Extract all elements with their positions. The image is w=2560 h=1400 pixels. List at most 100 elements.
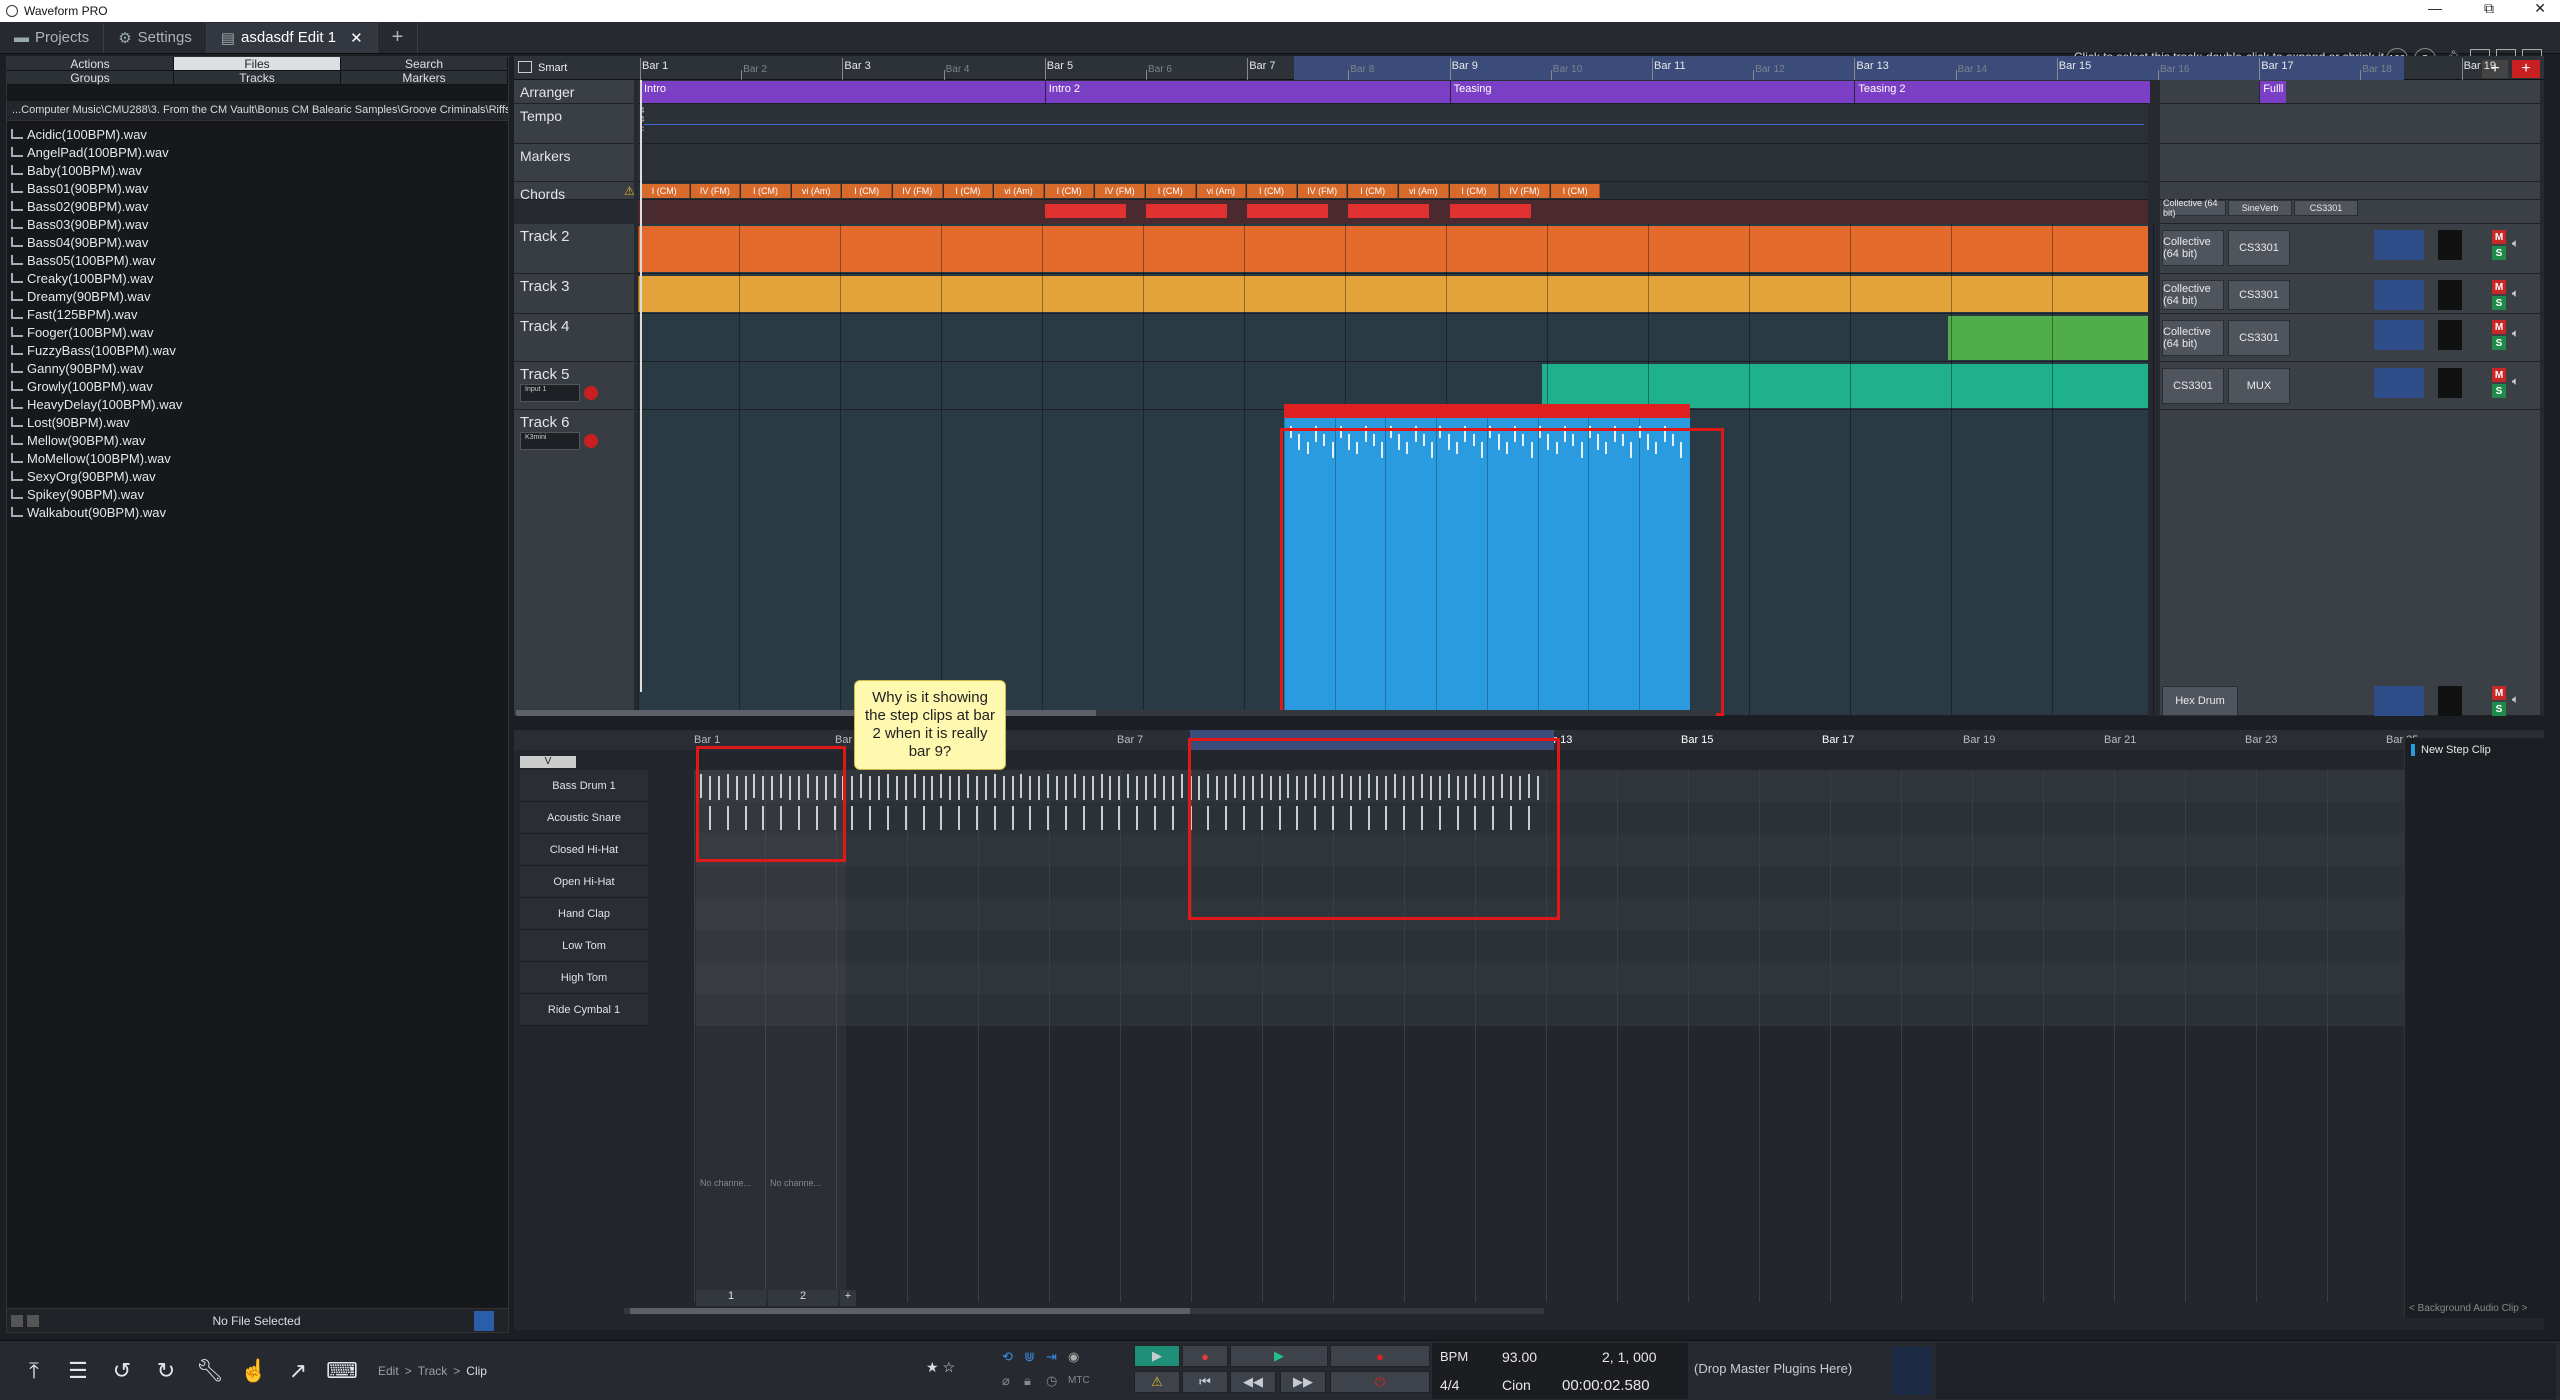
drum-hit[interactable] <box>1171 776 1174 800</box>
plugin-slot[interactable]: CS3301 <box>2162 368 2224 404</box>
warning-icon[interactable]: ⚠ <box>624 184 635 198</box>
drum-hit[interactable] <box>851 776 854 800</box>
plugin-slot[interactable]: SineVerb <box>2228 200 2292 216</box>
drum-hit[interactable] <box>886 806 889 830</box>
drum-hit[interactable] <box>1260 774 1263 798</box>
drum-hit[interactable] <box>922 806 925 830</box>
mute-button[interactable]: M <box>2492 368 2506 382</box>
time-position[interactable]: 00:00:02.580 <box>1562 1377 1650 1394</box>
file-item[interactable]: Walkabout(90BPM).wav <box>11 503 504 521</box>
play-button[interactable]: ▶ <box>1230 1345 1328 1367</box>
file-item[interactable]: Spikey(90BPM).wav <box>11 485 504 503</box>
close-window-button[interactable]: ✕ <box>2534 0 2546 17</box>
menu-icon[interactable]: ☰ <box>56 1351 100 1391</box>
drum-hit[interactable] <box>1287 774 1290 798</box>
drum-hit[interactable] <box>1127 774 1130 798</box>
drum-hit[interactable] <box>1153 806 1156 830</box>
file-item[interactable]: Fooger(100BPM).wav <box>11 323 504 341</box>
volume-fader[interactable] <box>2374 280 2424 310</box>
chord-block[interactable]: I (CM) <box>842 184 892 198</box>
drum-hit[interactable] <box>1349 806 1352 830</box>
track3-clip[interactable] <box>638 276 2148 312</box>
drum-hit[interactable] <box>1331 776 1334 800</box>
chord-block[interactable]: I (CM) <box>1146 184 1196 198</box>
collapse-button[interactable]: V <box>520 756 576 768</box>
mute-button[interactable]: M <box>2492 686 2506 700</box>
pattern-tab[interactable]: 1 <box>696 1290 766 1306</box>
chord-block[interactable]: I (CM) <box>1044 184 1095 198</box>
file-item[interactable]: FuzzyBass(100BPM).wav <box>11 341 504 359</box>
drum-hit[interactable] <box>1474 774 1477 798</box>
drum-row-label[interactable]: Ride Cymbal 1 <box>520 994 648 1026</box>
arranger-section[interactable]: Fulll <box>2259 81 2287 103</box>
tab-tracks[interactable]: Tracks <box>174 71 341 85</box>
drum-hit[interactable] <box>1162 776 1165 800</box>
drum-hit[interactable] <box>904 776 907 800</box>
tempo-line[interactable] <box>644 124 2144 125</box>
file-item[interactable]: Bass02(90BPM).wav <box>11 197 504 215</box>
drum-hit[interactable] <box>1082 806 1085 830</box>
volume-meter[interactable] <box>474 1310 494 1331</box>
drum-hit[interactable] <box>993 806 996 830</box>
drum-hit[interactable] <box>1136 806 1139 830</box>
solo-button[interactable]: S <box>2492 296 2506 310</box>
drum-row-label[interactable]: Bass Drum 1 <box>520 770 648 802</box>
drum-hit[interactable] <box>940 806 943 830</box>
solo-button[interactable]: S <box>2492 702 2506 716</box>
snap-icon[interactable]: ⋓ <box>1024 1349 1035 1365</box>
chord-block[interactable]: I (CM) <box>741 184 791 198</box>
volume-fader[interactable] <box>2374 230 2424 260</box>
chord-block[interactable]: I (CM) <box>1449 184 1500 198</box>
time-signature[interactable]: 4/4 <box>1440 1377 1459 1393</box>
breadcrumb-clip[interactable]: Clip <box>466 1364 487 1378</box>
touch-icon[interactable]: ☝ <box>232 1351 276 1391</box>
drum-hit[interactable] <box>1296 806 1299 830</box>
drum-row-label[interactable]: Acoustic Snare <box>520 802 648 834</box>
tab-settings[interactable]: ⚙ Settings <box>104 22 207 53</box>
drum-step-row[interactable] <box>694 898 2538 930</box>
plugin-slot[interactable]: Collective (64 bit) <box>2162 280 2224 310</box>
solo-button[interactable]: S <box>2492 336 2506 350</box>
chord-block[interactable]: vi (Am) <box>994 184 1044 198</box>
mtc-label[interactable]: MTC <box>1068 1375 1090 1386</box>
track5-clip[interactable] <box>1542 364 2148 408</box>
tab-files[interactable]: Files <box>174 57 341 71</box>
wrench-icon[interactable]: 🔧︎ <box>188 1351 232 1391</box>
drum-hit[interactable] <box>1456 806 1459 830</box>
drum-hit[interactable] <box>1100 774 1103 798</box>
restore-button[interactable]: ⧉ <box>2484 0 2494 17</box>
drum-hit[interactable] <box>1020 774 1023 798</box>
drum-hit[interactable] <box>1385 776 1388 800</box>
minimize-button[interactable]: — <box>2428 0 2442 16</box>
bar-position[interactable]: 2, 1, 000 <box>1602 1349 1657 1365</box>
drum-hit[interactable] <box>940 774 943 798</box>
drum-hit[interactable] <box>1536 776 1539 800</box>
record-arm-button[interactable] <box>584 434 598 448</box>
drum-hit[interactable] <box>1492 776 1495 800</box>
drum-hit[interactable] <box>1278 806 1281 830</box>
file-item[interactable]: Fast(125BPM).wav <box>11 305 504 323</box>
loop-icon[interactable]: ⟲ <box>1002 1349 1013 1365</box>
drum-hit[interactable] <box>1207 806 1210 830</box>
drum-hit[interactable] <box>1011 776 1014 800</box>
clock-icon[interactable]: ◷ <box>1046 1373 1057 1389</box>
mute-button[interactable]: M <box>2492 280 2506 294</box>
drum-hit[interactable] <box>1091 776 1094 800</box>
drum-hit[interactable] <box>1509 806 1512 830</box>
file-item[interactable]: Lost(90BPM).wav <box>11 413 504 431</box>
arranger-section[interactable]: Teasing <box>1449 81 1855 103</box>
edit-mode-label[interactable]: Smart <box>538 62 567 74</box>
drum-hit[interactable] <box>1242 806 1245 830</box>
drum-step-row[interactable] <box>694 866 2538 898</box>
background-audio-clip[interactable]: < Background Audio Clip > <box>2409 1303 2527 1314</box>
drum-hit[interactable] <box>1420 774 1423 798</box>
mute-button[interactable]: M <box>2492 320 2506 334</box>
drum-hit[interactable] <box>993 774 996 798</box>
folder-path[interactable]: ...Computer Music\CMU288\3. From the CM … <box>7 101 508 121</box>
drum-row-label[interactable]: Closed Hi-Hat <box>520 834 648 866</box>
horizontal-scrollbar[interactable] <box>516 710 1716 716</box>
file-item[interactable]: Ganny(90BPM).wav <box>11 359 504 377</box>
master-volume-meter[interactable] <box>1892 1347 1932 1395</box>
volume-fader[interactable] <box>2374 368 2424 398</box>
drum-step-row[interactable] <box>694 994 2538 1026</box>
